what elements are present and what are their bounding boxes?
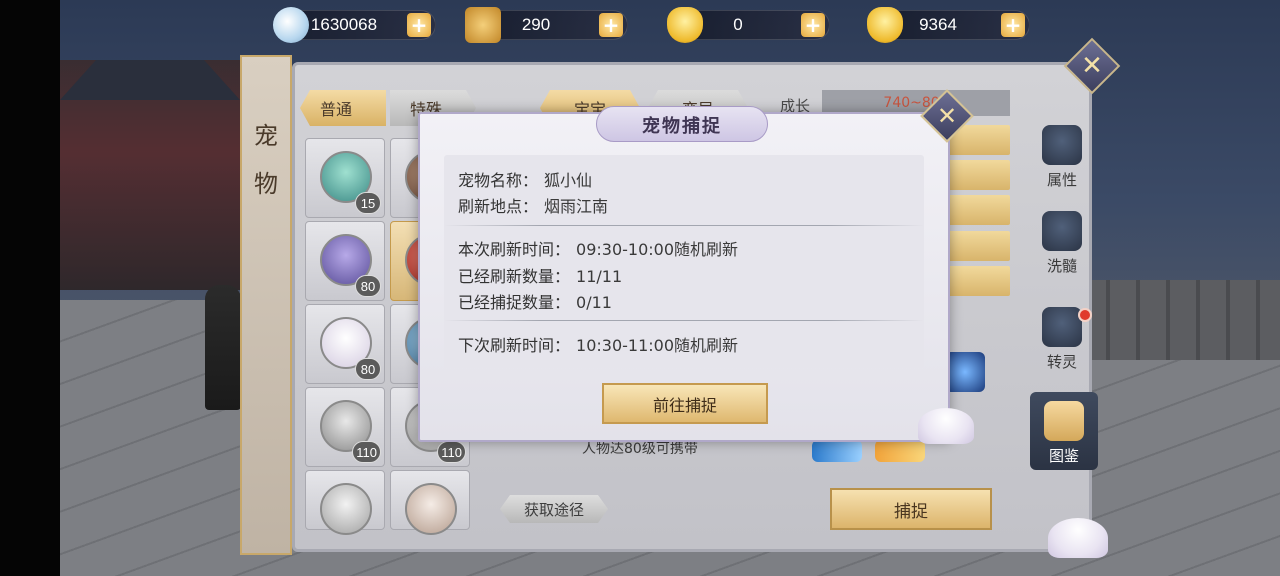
scene-wall xyxy=(1080,280,1280,360)
pet-cell[interactable]: 110 xyxy=(305,387,385,467)
pet-cell[interactable] xyxy=(305,470,385,535)
skill-icon[interactable] xyxy=(875,440,925,462)
stat-slot xyxy=(948,195,1010,225)
attribute-icon xyxy=(1042,125,1082,165)
pet-cell[interactable]: 15 xyxy=(305,138,385,218)
locked-gold-ingot-icon xyxy=(867,7,903,43)
pet-cell[interactable]: 80 xyxy=(305,221,385,301)
captured-count-value: 0/11 xyxy=(576,293,612,312)
pet-banner: 宠 物 xyxy=(240,55,292,555)
obtain-source-button[interactable]: 获取途径 xyxy=(500,495,608,523)
currency-scroll: 290 + xyxy=(465,7,628,43)
pet-level-badge: 110 xyxy=(437,441,466,463)
modal-title: 宠物捕捉 xyxy=(642,116,722,137)
side-menu-attributes[interactable]: 属性 xyxy=(1028,118,1096,194)
pet-avatar xyxy=(405,483,457,535)
next-refresh-row: 下次刷新时间： 10:30-11:00随机刷新 xyxy=(458,332,738,356)
side-menu-album[interactable]: 图鉴 xyxy=(1030,392,1098,470)
capture-button[interactable]: 捕捉 xyxy=(830,488,992,530)
scroll-icon xyxy=(465,7,501,43)
go-capture-button[interactable]: 前往捕捉 xyxy=(602,383,768,424)
side-menu-refine[interactable]: 洗髓 xyxy=(1028,204,1096,280)
refreshed-count-row: 已经刷新数量： 11/11 xyxy=(458,263,622,287)
pet-name-row: 宠物名称： 狐小仙 xyxy=(458,167,592,191)
banner-char-2: 物 xyxy=(254,170,278,198)
stat-slot xyxy=(948,160,1010,190)
notification-dot xyxy=(1078,308,1092,322)
current-refresh-row: 本次刷新时间： 09:30-10:00随机刷新 xyxy=(458,236,738,260)
side-menu-label: 洗髓 xyxy=(1046,257,1077,275)
divider xyxy=(444,225,924,226)
next-refresh-label: 下次刷新时间： xyxy=(458,336,571,355)
currency-gold: 0 + xyxy=(667,7,830,43)
close-icon: ✕ xyxy=(936,102,958,130)
skill-icon[interactable] xyxy=(812,440,862,462)
spirit-icon xyxy=(1042,307,1082,347)
album-icon xyxy=(1044,401,1084,441)
pet-name-value: 狐小仙 xyxy=(544,171,593,190)
currency-pearl: 1630068 + xyxy=(273,7,436,43)
close-icon: ✕ xyxy=(1081,51,1103,81)
stat-slot xyxy=(948,231,1010,261)
refine-icon xyxy=(1042,211,1082,251)
banner-char-1: 宠 xyxy=(254,122,278,150)
current-refresh-label: 本次刷新时间： xyxy=(458,240,571,259)
player-character[interactable] xyxy=(205,285,241,410)
side-menu-label: 图鉴 xyxy=(1048,447,1079,465)
location-row: 刷新地点： 烟雨江南 xyxy=(458,193,608,217)
stat-slot xyxy=(948,266,1010,296)
lotus-decoration xyxy=(1048,518,1108,558)
gold-ingot-icon xyxy=(667,7,703,43)
pet-name-label: 宠物名称： xyxy=(458,171,539,190)
add-locked-gold-button[interactable]: + xyxy=(1001,13,1025,37)
refreshed-count-label: 已经刷新数量： xyxy=(458,267,571,286)
lotus-decoration xyxy=(918,408,974,444)
side-menu-label: 属性 xyxy=(1046,171,1077,189)
add-scroll-button[interactable]: + xyxy=(599,13,623,37)
pearl-icon xyxy=(273,7,309,43)
pet-level-badge: 15 xyxy=(355,192,381,214)
next-refresh-value: 10:30-11:00随机刷新 xyxy=(576,336,739,355)
location-label: 刷新地点： xyxy=(458,197,539,216)
pet-avatar xyxy=(320,483,372,535)
add-gold-button[interactable]: + xyxy=(801,13,825,37)
captured-count-label: 已经捕捉数量： xyxy=(458,293,571,312)
captured-count-row: 已经捕捉数量： 0/11 xyxy=(458,289,612,313)
current-refresh-value: 09:30-10:00随机刷新 xyxy=(576,240,739,259)
divider xyxy=(444,320,924,321)
refreshed-count-value: 11/11 xyxy=(576,267,623,286)
currency-locked-gold: 9364 + xyxy=(867,7,1030,43)
pet-cell[interactable] xyxy=(390,470,470,535)
tab-ordinary[interactable]: 普通 xyxy=(300,90,386,126)
side-menu-label: 转灵 xyxy=(1046,353,1077,371)
pet-level-badge: 80 xyxy=(355,358,381,380)
add-pearl-button[interactable]: + xyxy=(407,13,431,37)
banner-title: 宠 物 xyxy=(242,112,290,208)
pet-level-badge: 110 xyxy=(352,441,381,463)
screen-notch xyxy=(0,0,60,576)
pet-cell[interactable]: 80 xyxy=(305,304,385,384)
pet-level-badge: 80 xyxy=(355,275,381,297)
skill-icon[interactable] xyxy=(945,352,985,392)
location-value: 烟雨江南 xyxy=(544,197,609,216)
